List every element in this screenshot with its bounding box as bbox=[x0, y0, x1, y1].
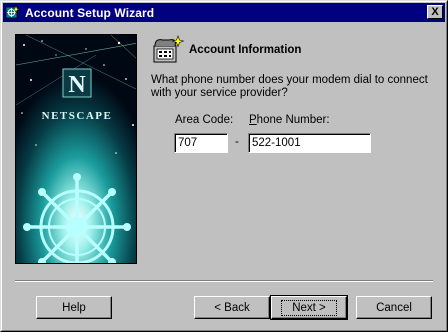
netscape-ship-wheel-illustration: N NETSCAPE bbox=[16, 35, 136, 263]
help-button[interactable]: Help bbox=[36, 296, 112, 319]
cancel-button[interactable]: Cancel bbox=[356, 296, 432, 319]
question-text: What phone number does your modem dial t… bbox=[151, 74, 428, 99]
title-bar[interactable]: Account Setup Wizard X bbox=[3, 3, 445, 22]
button-divider bbox=[15, 280, 433, 282]
netscape-wizard-icon bbox=[5, 4, 21, 18]
window-title: Account Setup Wizard bbox=[25, 5, 155, 20]
phone-wizard-icon bbox=[153, 35, 185, 63]
phone-number-input[interactable]: 522-1001 bbox=[248, 133, 371, 153]
close-button[interactable]: X bbox=[427, 5, 443, 19]
next-button[interactable]: Next > bbox=[270, 295, 348, 320]
phone-number-label-rest: hone Number: bbox=[256, 114, 330, 126]
area-code-input[interactable]: 707 bbox=[174, 133, 228, 153]
number-separator: - bbox=[235, 136, 239, 148]
back-button[interactable]: < Back bbox=[194, 296, 270, 319]
phone-number-label: Phone Number: bbox=[249, 114, 330, 126]
next-button-label: Next > bbox=[281, 299, 337, 316]
page-heading: Account Information bbox=[189, 44, 302, 56]
area-code-label: Area Code: bbox=[175, 114, 234, 126]
phone-number-label-accel: P bbox=[249, 114, 257, 126]
logo-letter: N bbox=[68, 72, 86, 98]
close-icon: X bbox=[431, 5, 439, 18]
brand-name: NETSCAPE bbox=[42, 110, 113, 122]
wizard-window: Account Setup Wizard X N NETSCAPE Accoun… bbox=[0, 0, 448, 332]
netscape-side-image: N NETSCAPE bbox=[15, 34, 137, 264]
